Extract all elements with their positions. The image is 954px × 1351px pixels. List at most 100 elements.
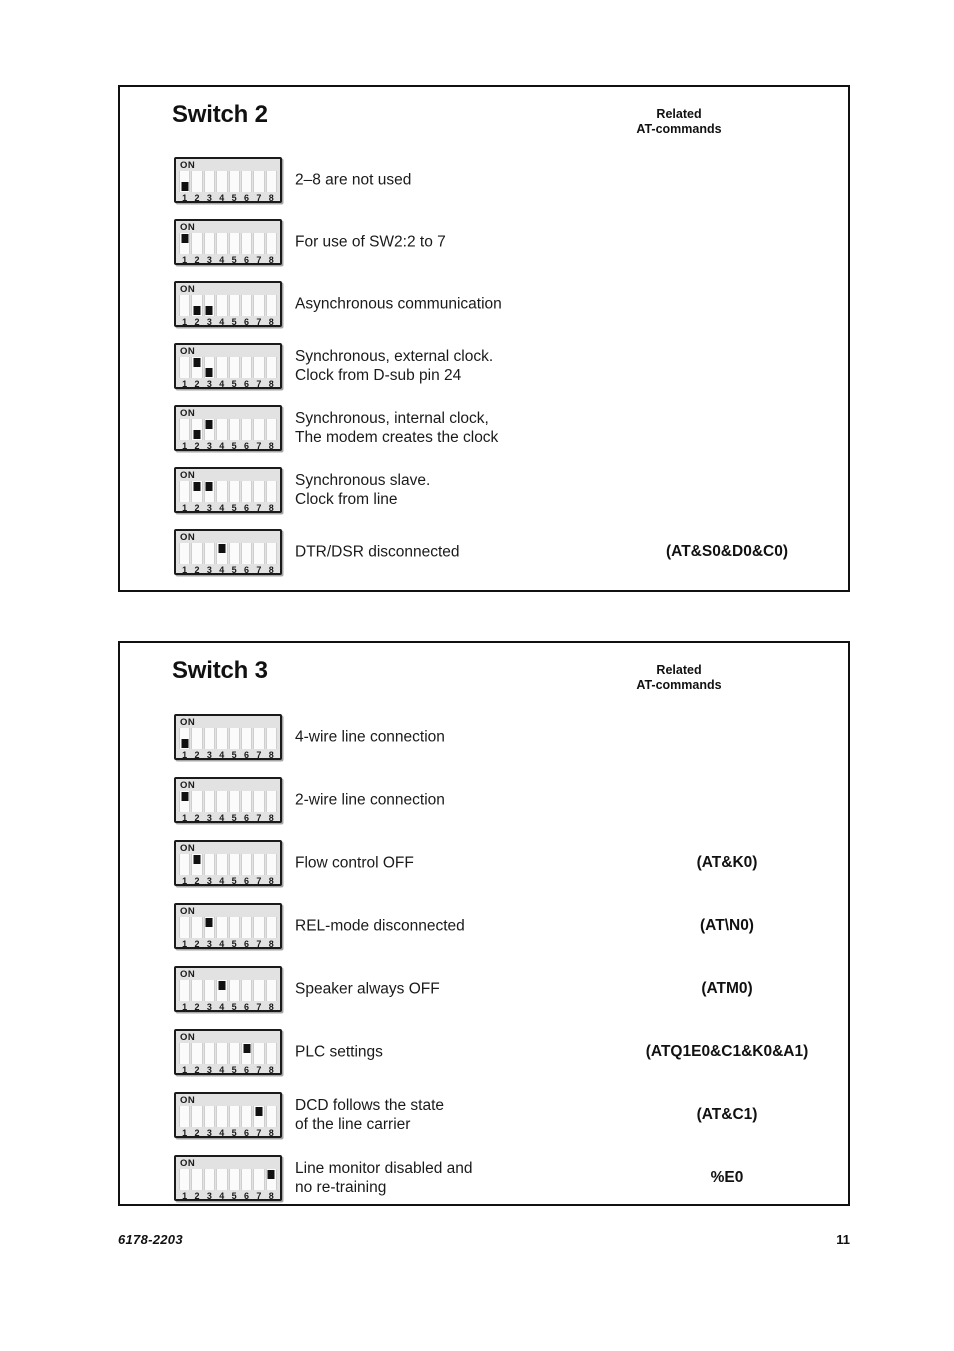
dip-slot-8[interactable] — [265, 979, 277, 1001]
dip-slot-1[interactable] — [179, 1168, 191, 1190]
dip-slot-8[interactable] — [265, 1105, 277, 1127]
dip-slot-6[interactable] — [240, 790, 253, 812]
dip-slot-5[interactable] — [228, 1042, 240, 1064]
dip-slot-2[interactable] — [191, 1042, 203, 1064]
dip-slot-1[interactable] — [179, 916, 191, 938]
dip-slot-6[interactable] — [240, 543, 253, 564]
dip-slot-8[interactable] — [265, 171, 277, 192]
dip-slot-2[interactable] — [191, 543, 203, 564]
dip-slot-4[interactable] — [216, 357, 228, 378]
dip-slot-8[interactable] — [265, 916, 277, 938]
dip-slot-6[interactable] — [240, 357, 253, 378]
dip-slot-1[interactable] — [179, 1105, 191, 1127]
dip-slot-2[interactable] — [191, 1105, 203, 1127]
dip-slot-7[interactable] — [253, 1105, 265, 1127]
dip-slot-8[interactable] — [265, 357, 277, 378]
dip-slot-4[interactable] — [216, 233, 228, 254]
dip-slot-7[interactable] — [253, 979, 265, 1001]
dip-slot-5[interactable] — [228, 419, 240, 440]
dip-slot-6[interactable] — [240, 295, 253, 316]
dip-slot-5[interactable] — [228, 357, 240, 378]
dip-slot-6[interactable] — [240, 979, 253, 1001]
dip-slot-2[interactable] — [191, 171, 203, 192]
dip-slot-6[interactable] — [240, 1105, 253, 1127]
dip-slot-8[interactable] — [265, 1168, 277, 1190]
dip-slot-8[interactable] — [265, 727, 277, 749]
dip-slot-3[interactable] — [203, 1042, 216, 1064]
dip-slot-7[interactable] — [253, 727, 265, 749]
dip-slot-3[interactable] — [203, 233, 216, 254]
dip-slot-6[interactable] — [240, 853, 253, 875]
dip-slot-4[interactable] — [216, 295, 228, 316]
dip-slot-3[interactable] — [203, 481, 216, 502]
dip-slot-1[interactable] — [179, 295, 191, 316]
dip-slot-1[interactable] — [179, 543, 191, 564]
dip-slot-1[interactable] — [179, 357, 191, 378]
dip-slot-3[interactable] — [203, 790, 216, 812]
dip-slot-4[interactable] — [216, 853, 228, 875]
dip-slot-2[interactable] — [191, 419, 203, 440]
dip-slot-4[interactable] — [216, 419, 228, 440]
dip-slot-1[interactable] — [179, 853, 191, 875]
dip-slot-7[interactable] — [253, 1042, 265, 1064]
dip-slot-3[interactable] — [203, 979, 216, 1001]
dip-slot-8[interactable] — [265, 419, 277, 440]
dip-slot-7[interactable] — [253, 1168, 265, 1190]
dip-slot-5[interactable] — [228, 481, 240, 502]
dip-slot-2[interactable] — [191, 790, 203, 812]
dip-slot-7[interactable] — [253, 481, 265, 502]
dip-slot-3[interactable] — [203, 295, 216, 316]
dip-slot-7[interactable] — [253, 233, 265, 254]
dip-slot-1[interactable] — [179, 1042, 191, 1064]
dip-slot-3[interactable] — [203, 1168, 216, 1190]
dip-slot-2[interactable] — [191, 357, 203, 378]
dip-slot-5[interactable] — [228, 916, 240, 938]
dip-slot-4[interactable] — [216, 171, 228, 192]
dip-slot-4[interactable] — [216, 481, 228, 502]
dip-slot-7[interactable] — [253, 419, 265, 440]
dip-slot-8[interactable] — [265, 543, 277, 564]
dip-slot-3[interactable] — [203, 916, 216, 938]
dip-slot-2[interactable] — [191, 233, 203, 254]
dip-slot-7[interactable] — [253, 171, 265, 192]
dip-slot-7[interactable] — [253, 543, 265, 564]
dip-slot-8[interactable] — [265, 853, 277, 875]
dip-slot-7[interactable] — [253, 790, 265, 812]
dip-slot-5[interactable] — [228, 790, 240, 812]
dip-slot-6[interactable] — [240, 1042, 253, 1064]
dip-slot-8[interactable] — [265, 790, 277, 812]
dip-slot-1[interactable] — [179, 790, 191, 812]
dip-slot-6[interactable] — [240, 171, 253, 192]
dip-slot-3[interactable] — [203, 357, 216, 378]
dip-slot-5[interactable] — [228, 171, 240, 192]
dip-slot-1[interactable] — [179, 171, 191, 192]
dip-slot-2[interactable] — [191, 295, 203, 316]
dip-slot-8[interactable] — [265, 295, 277, 316]
dip-slot-1[interactable] — [179, 419, 191, 440]
dip-slot-2[interactable] — [191, 481, 203, 502]
dip-slot-2[interactable] — [191, 853, 203, 875]
dip-slot-3[interactable] — [203, 171, 216, 192]
dip-slot-7[interactable] — [253, 295, 265, 316]
dip-slot-2[interactable] — [191, 979, 203, 1001]
dip-slot-5[interactable] — [228, 979, 240, 1001]
dip-slot-6[interactable] — [240, 916, 253, 938]
dip-slot-7[interactable] — [253, 357, 265, 378]
dip-slot-2[interactable] — [191, 1168, 203, 1190]
dip-slot-5[interactable] — [228, 1105, 240, 1127]
dip-slot-4[interactable] — [216, 727, 228, 749]
dip-slot-1[interactable] — [179, 233, 191, 254]
dip-slot-8[interactable] — [265, 481, 277, 502]
dip-slot-5[interactable] — [228, 1168, 240, 1190]
dip-slot-4[interactable] — [216, 916, 228, 938]
dip-slot-4[interactable] — [216, 790, 228, 812]
dip-slot-8[interactable] — [265, 1042, 277, 1064]
dip-slot-7[interactable] — [253, 853, 265, 875]
dip-slot-5[interactable] — [228, 295, 240, 316]
dip-slot-3[interactable] — [203, 727, 216, 749]
dip-slot-6[interactable] — [240, 1168, 253, 1190]
dip-slot-1[interactable] — [179, 481, 191, 502]
dip-slot-7[interactable] — [253, 916, 265, 938]
dip-slot-6[interactable] — [240, 419, 253, 440]
dip-slot-3[interactable] — [203, 543, 216, 564]
